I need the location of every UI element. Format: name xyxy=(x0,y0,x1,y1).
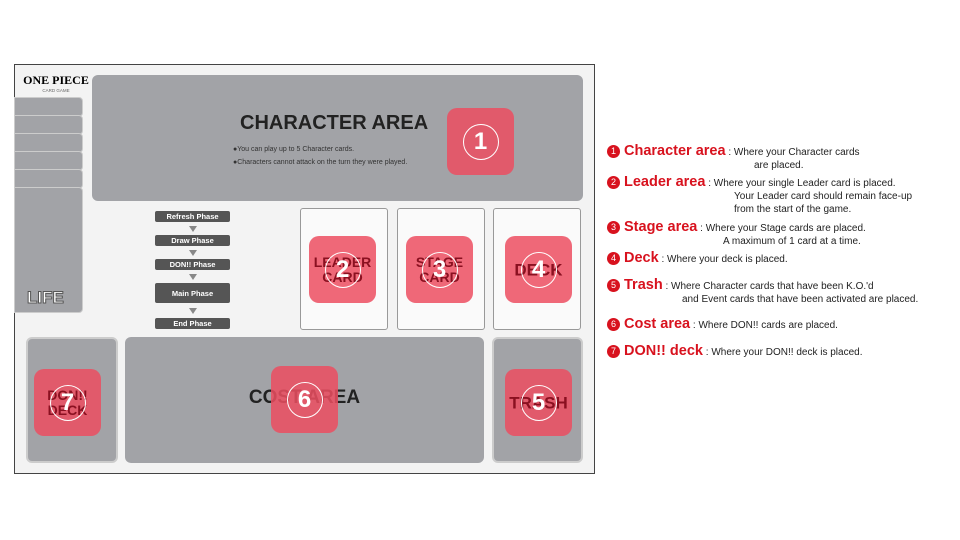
badge-6: 6 xyxy=(271,366,338,433)
phase-refresh: Refresh Phase xyxy=(155,211,230,222)
life-card xyxy=(14,115,83,135)
legend-item-2: 2 Leader area : Where your single Leader … xyxy=(607,175,912,216)
arrow-icon xyxy=(189,274,197,280)
phase-main: Main Phase xyxy=(155,283,230,303)
logo: ONE PIECE CARD GAME xyxy=(23,73,89,93)
life-card xyxy=(14,151,83,171)
badge-5: TRASH 5 xyxy=(505,369,572,436)
life-area: LIFE xyxy=(14,187,83,313)
life-card xyxy=(14,133,83,153)
legend-item-1: 1 Character area : Where your Character c… xyxy=(607,144,860,172)
legend-item-5: 5 Trash : Where Character cards that have… xyxy=(607,278,918,306)
phase-don: DON!! Phase xyxy=(155,259,230,270)
legend-item-3: 3 Stage area : Where your Stage cards are… xyxy=(607,220,866,248)
badge-4: DECK 4 xyxy=(505,236,572,303)
arrow-icon xyxy=(189,226,197,232)
life-card xyxy=(14,97,83,117)
badge-2: LEADER CARD 2 xyxy=(309,236,376,303)
life-card xyxy=(14,169,83,189)
badge-1: 1 xyxy=(447,108,514,175)
legend-item-6: 6 Cost area : Where DON!! cards are place… xyxy=(607,317,838,332)
legend-item-4: 4 Deck : Where your deck is placed. xyxy=(607,251,788,266)
arrow-icon xyxy=(189,250,197,256)
arrow-icon xyxy=(189,308,197,314)
legend-item-7: 7 DON!! deck : Where your DON!! deck is p… xyxy=(607,344,862,359)
phase-end: End Phase xyxy=(155,318,230,329)
badge-7: DON!! DECK 7 xyxy=(34,369,101,436)
phase-draw: Draw Phase xyxy=(155,235,230,246)
badge-3: STAGE CARD 3 xyxy=(406,236,473,303)
